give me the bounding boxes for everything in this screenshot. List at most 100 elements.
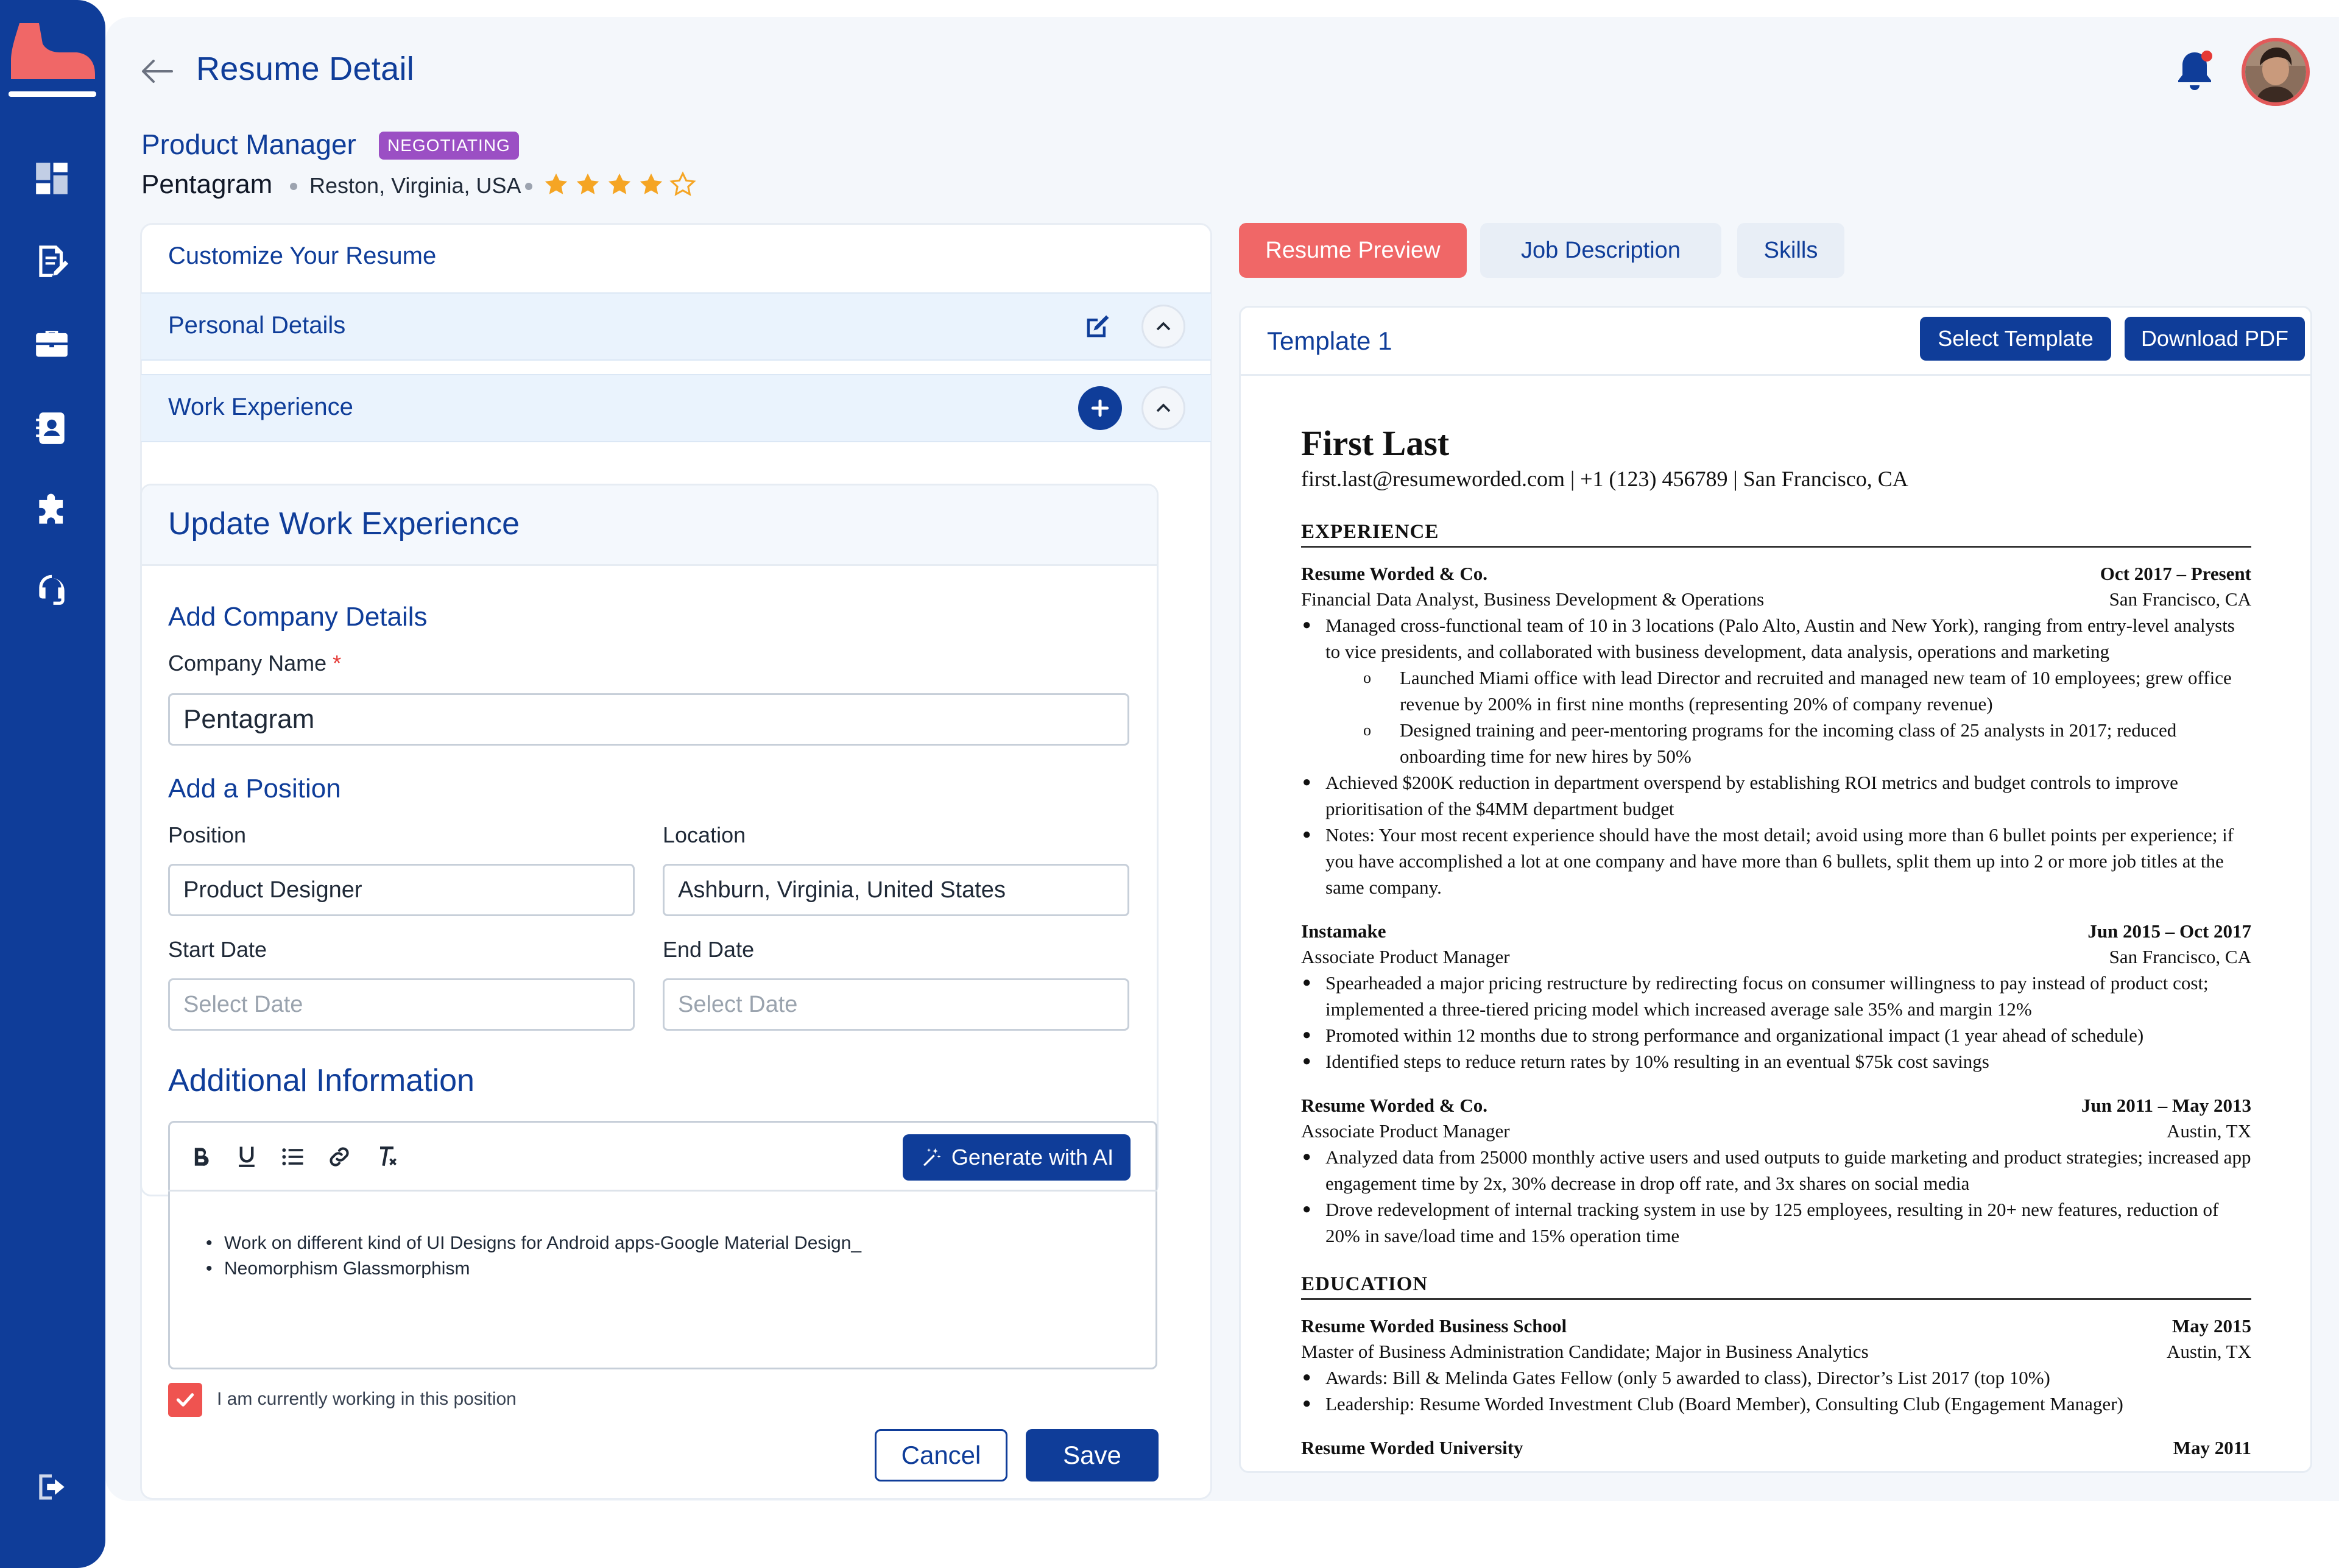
company-name-label-text: Company Name (168, 651, 327, 676)
resume-education-heading: EDUCATION (1301, 1273, 2251, 1300)
resume-job: Instamake Jun 2015 – Oct 2017 Associate P… (1301, 919, 2251, 1075)
briefcase-icon[interactable] (32, 324, 72, 364)
edit-document-icon[interactable] (32, 241, 72, 281)
add-position-title: Add a Position (168, 774, 341, 803)
magic-wand-icon (923, 1148, 941, 1167)
resume-school: Resume Worded Business School May 2015 Ma… (1301, 1313, 2251, 1417)
tab-resume-preview[interactable]: Resume Preview (1239, 223, 1467, 278)
star-filled-icon (640, 173, 663, 194)
resume-bullet: Awards: Bill & Melinda Gates Fellow (onl… (1301, 1365, 2251, 1391)
select-template-button[interactable]: Select Template (1920, 317, 2111, 361)
resume-job: Resume Worded & Co. Oct 2017 – Present Fi… (1301, 561, 2251, 900)
status-badge: NEGOTIATING (379, 132, 519, 160)
save-button[interactable]: Save (1026, 1429, 1159, 1481)
logo-underline (9, 91, 96, 97)
resume-job-dates: Jun 2011 – May 2013 (2081, 1095, 2251, 1116)
resume-bullet: Spearheaded a major pricing restructure … (1301, 970, 2251, 1022)
resume-bullet: Leadership: Resume Worded Investment Clu… (1301, 1391, 2251, 1417)
end-date-picker[interactable]: Select Date (663, 978, 1129, 1031)
logout-icon[interactable] (32, 1467, 72, 1507)
company-name: Pentagram (141, 169, 273, 199)
personal-details-section[interactable]: Personal Details (141, 292, 1211, 361)
location-input[interactable]: Ashburn, Virginia, United States (663, 864, 1129, 916)
position-label: Position (168, 822, 247, 847)
link-icon[interactable] (324, 1142, 355, 1172)
position-input[interactable]: Product Designer (168, 864, 635, 916)
puzzle-icon[interactable] (32, 491, 72, 531)
resume-sub-bullet: Designed training and peer-mentoring pro… (1301, 717, 2251, 769)
start-date-picker[interactable]: Select Date (168, 978, 635, 1031)
checkmark-icon (176, 1393, 194, 1407)
resume-job-dates: Oct 2017 – Present (2100, 563, 2251, 584)
resume-job-company: Instamake (1301, 920, 1386, 942)
page-title: Resume Detail (196, 51, 415, 87)
generate-with-ai-label: Generate with AI (951, 1145, 1114, 1170)
collapse-work-experience-button[interactable] (1141, 386, 1185, 430)
collapse-personal-details-button[interactable] (1141, 305, 1185, 348)
star-filled-icon (608, 173, 631, 194)
resume-job-location: San Francisco, CA (2109, 946, 2251, 967)
additional-information-title: Additional Information (168, 1063, 475, 1098)
currently-working-checkbox[interactable] (168, 1383, 202, 1417)
resume-job-location: Austin, TX (2167, 1120, 2251, 1142)
tab-job-description[interactable]: Job Description (1480, 223, 1721, 278)
edit-icon (1087, 315, 1109, 337)
job-title: Product Manager (141, 129, 356, 160)
resume-job-company: Resume Worded & Co. (1301, 563, 1487, 584)
editor-line: Work on different kind of UI Designs for… (206, 1231, 861, 1256)
end-date-label: End Date (663, 937, 755, 962)
job-location: Reston, Virginia, USA (309, 173, 521, 198)
resume-sub-bullet: Launched Miami office with lead Director… (1301, 665, 2251, 717)
download-pdf-button[interactable]: Download PDF (2125, 317, 2305, 361)
work-experience-section[interactable]: Work Experience (141, 374, 1211, 442)
resume-job-dates: Jun 2015 – Oct 2017 (2087, 920, 2251, 942)
company-name-input[interactable]: Pentagram (168, 693, 1129, 746)
separator-dot (525, 183, 532, 190)
rating-stars (542, 171, 697, 199)
resume-bullet: Promoted within 12 months due to strong … (1301, 1022, 2251, 1048)
resume-school-date: May 2011 (2173, 1437, 2251, 1458)
contacts-icon[interactable] (32, 408, 72, 448)
resume-school-location: Austin, TX (2167, 1341, 2251, 1362)
generate-with-ai-button[interactable]: Generate with AI (903, 1134, 1131, 1181)
resume-contact: first.last@resumeworded.com | +1 (123) 4… (1301, 467, 1908, 491)
start-date-label: Start Date (168, 937, 267, 962)
headset-icon[interactable] (32, 569, 72, 609)
user-avatar[interactable] (2242, 38, 2310, 106)
resume-job-company: Resume Worded & Co. (1301, 1095, 1487, 1116)
resume-school-date: May 2015 (2171, 1315, 2251, 1337)
underline-icon[interactable] (231, 1142, 262, 1172)
star-filled-icon (576, 173, 599, 194)
update-work-experience-title: Update Work Experience (168, 506, 520, 542)
app-logo-shoe-icon[interactable] (9, 18, 97, 85)
resume-school-name: Resume Worded University (1301, 1437, 1523, 1458)
required-asterisk: * (333, 651, 342, 676)
resume-bullet: Analyzed data from 25000 monthly active … (1301, 1144, 2251, 1196)
clear-format-icon[interactable] (372, 1142, 402, 1172)
cancel-button[interactable]: Cancel (875, 1429, 1007, 1481)
resume-school-degree: Master of Business Administration Candid… (1301, 1341, 1869, 1362)
tab-skills[interactable]: Skills (1737, 223, 1844, 278)
back-arrow-icon[interactable] (139, 56, 174, 87)
bold-icon[interactable] (185, 1142, 216, 1172)
resume-bullet: Identified steps to reduce return rates … (1301, 1048, 2251, 1075)
chevron-up-icon (1156, 403, 1171, 412)
notification-bell-icon[interactable] (2173, 48, 2216, 95)
resume-job: Resume Worded & Co. Jun 2011 – May 2013 A… (1301, 1093, 2251, 1249)
resume-bullet: Achieved $200K reduction in department o… (1301, 769, 2251, 822)
resume-job-role: Associate Product Manager (1301, 946, 1510, 967)
work-experience-label: Work Experience (168, 394, 353, 420)
template-title: Template 1 (1267, 327, 1392, 355)
sidebar (0, 0, 105, 1568)
add-work-experience-button[interactable] (1078, 386, 1122, 430)
resume-school: Resume Worded University May 2011 (1301, 1435, 2251, 1461)
resume-name: First Last (1301, 423, 1450, 463)
resume-school-name: Resume Worded Business School (1301, 1315, 1567, 1337)
customize-title: Customize Your Resume (168, 242, 437, 269)
dashboard-icon[interactable] (32, 158, 72, 199)
edit-personal-details-button[interactable] (1076, 305, 1120, 348)
editor-content[interactable]: Work on different kind of UI Designs for… (206, 1231, 861, 1282)
editor-line: Neomorphism Glassmorphism (206, 1256, 861, 1282)
bullet-list-icon[interactable] (278, 1142, 308, 1172)
separator-dot (290, 183, 297, 190)
